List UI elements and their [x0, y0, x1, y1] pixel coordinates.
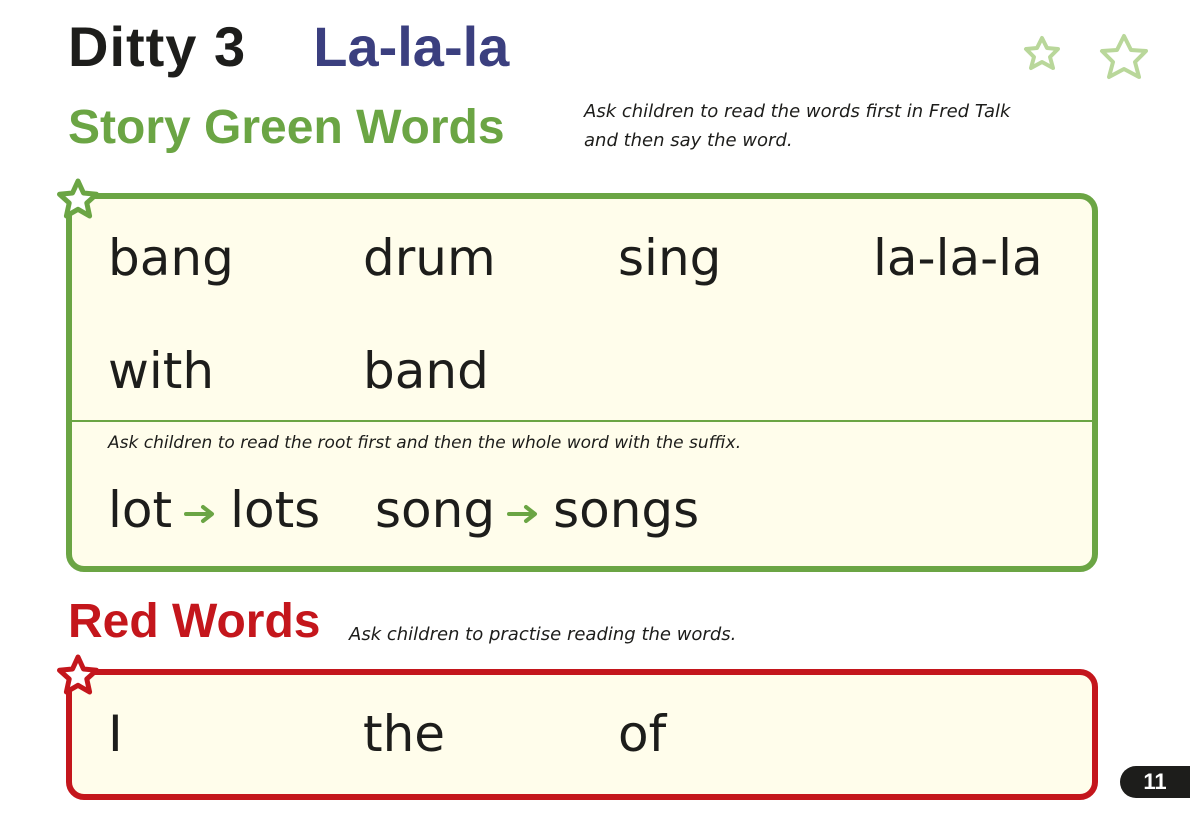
green-word: with: [108, 342, 215, 400]
suffix-pair: song songs: [375, 485, 699, 535]
decorative-stars-icon: [1024, 34, 1148, 79]
suffix-pair: lot lots: [108, 485, 320, 535]
green-word: la-la-la: [873, 229, 1043, 287]
arrow-right-icon: [184, 504, 215, 523]
green-words-panel: bang drum sing la-la-la with band Ask ch…: [66, 193, 1098, 572]
suffixed-word: lots: [230, 481, 321, 539]
root-word: lot: [108, 481, 173, 539]
green-words-instruction: Ask children to read the words first in …: [584, 101, 1011, 151]
red-words-panel: I the of: [66, 669, 1098, 800]
ditty-title: La-la-la: [313, 15, 510, 78]
small-star-icon: [1024, 36, 1060, 70]
large-star-icon: [1100, 34, 1148, 79]
red-words-heading: Red Words: [68, 595, 321, 648]
page-number: 11: [1120, 766, 1190, 798]
panel-divider: [72, 420, 1092, 422]
green-word: sing: [618, 229, 722, 287]
green-star-icon: [57, 178, 99, 219]
green-word: drum: [363, 229, 496, 287]
page-title-row: Ditty 3 La-la-la: [68, 14, 509, 94]
green-word: bang: [108, 229, 234, 287]
suffix-instruction: Ask children to read the root first and …: [108, 433, 742, 453]
red-words-instruction: Ask children to practise reading the wor…: [349, 624, 737, 645]
story-green-words-heading: Story Green Words: [68, 101, 505, 154]
red-word: of: [618, 705, 667, 763]
root-word: song: [375, 481, 496, 539]
suffixed-word: songs: [553, 481, 700, 539]
red-star-icon: [57, 654, 99, 695]
ditty-number: Ditty 3: [68, 15, 247, 78]
arrow-right-icon: [507, 504, 538, 523]
green-word: band: [363, 342, 489, 400]
red-word: the: [363, 705, 446, 763]
red-word: I: [108, 705, 123, 763]
